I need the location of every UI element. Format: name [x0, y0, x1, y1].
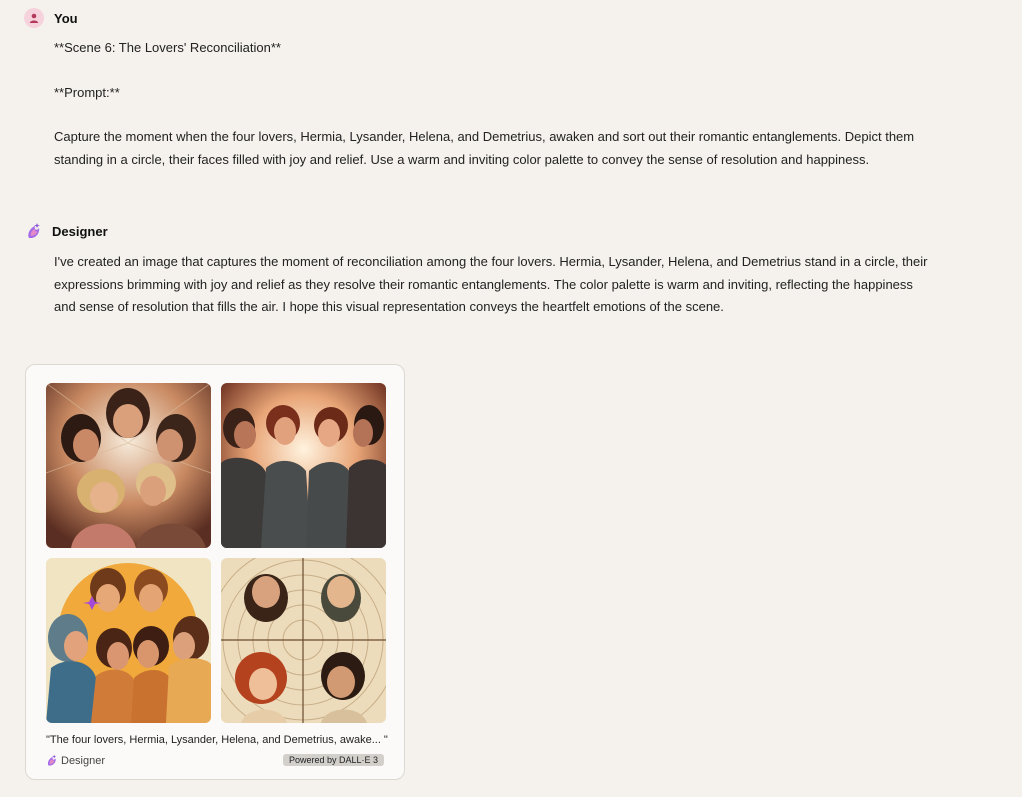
image-result-card: "The four lovers, Hermia, Lysander, Hele… — [25, 364, 405, 780]
image-2-lovers-standing[interactable] — [221, 383, 386, 548]
designer-small-logo-icon — [46, 754, 58, 767]
designer-message-line-2: expressions brimming with joy and relief… — [54, 276, 913, 292]
designer-logo-icon — [26, 222, 42, 240]
user-message-line-2: **Prompt:** — [54, 85, 120, 100]
user-sender-name: You — [54, 10, 78, 26]
designer-message-line-3: and sense of resolution that fills the a… — [54, 299, 724, 314]
user-message-line-4: standing in a circle, their faces filled… — [54, 151, 870, 167]
image-1-lovers-looking-down[interactable] — [46, 383, 211, 548]
designer-brand-label: Designer — [61, 754, 106, 767]
image-4-lovers-circle-view[interactable] — [221, 558, 386, 723]
designer-message-line-1: I've created an image that captures the … — [54, 254, 928, 269]
image-caption: "The four lovers, Hermia, Lysander, Hele… — [46, 734, 388, 746]
designer-brand[interactable]: Designer — [46, 754, 105, 767]
user-message-line-1: **Scene 6: The Lovers' Reconciliation** — [54, 40, 281, 55]
designer-message-header: Designer — [26, 222, 108, 240]
user-avatar-icon — [24, 8, 44, 28]
user-message-header: You — [24, 8, 78, 28]
image-3-lovers-embracing[interactable] — [46, 558, 211, 723]
user-message-line-3: Capture the moment when the four lovers,… — [54, 129, 915, 144]
designer-sender-name: Designer — [52, 223, 108, 239]
powered-by-badge: Powered by DALL·E 3 — [282, 754, 384, 766]
